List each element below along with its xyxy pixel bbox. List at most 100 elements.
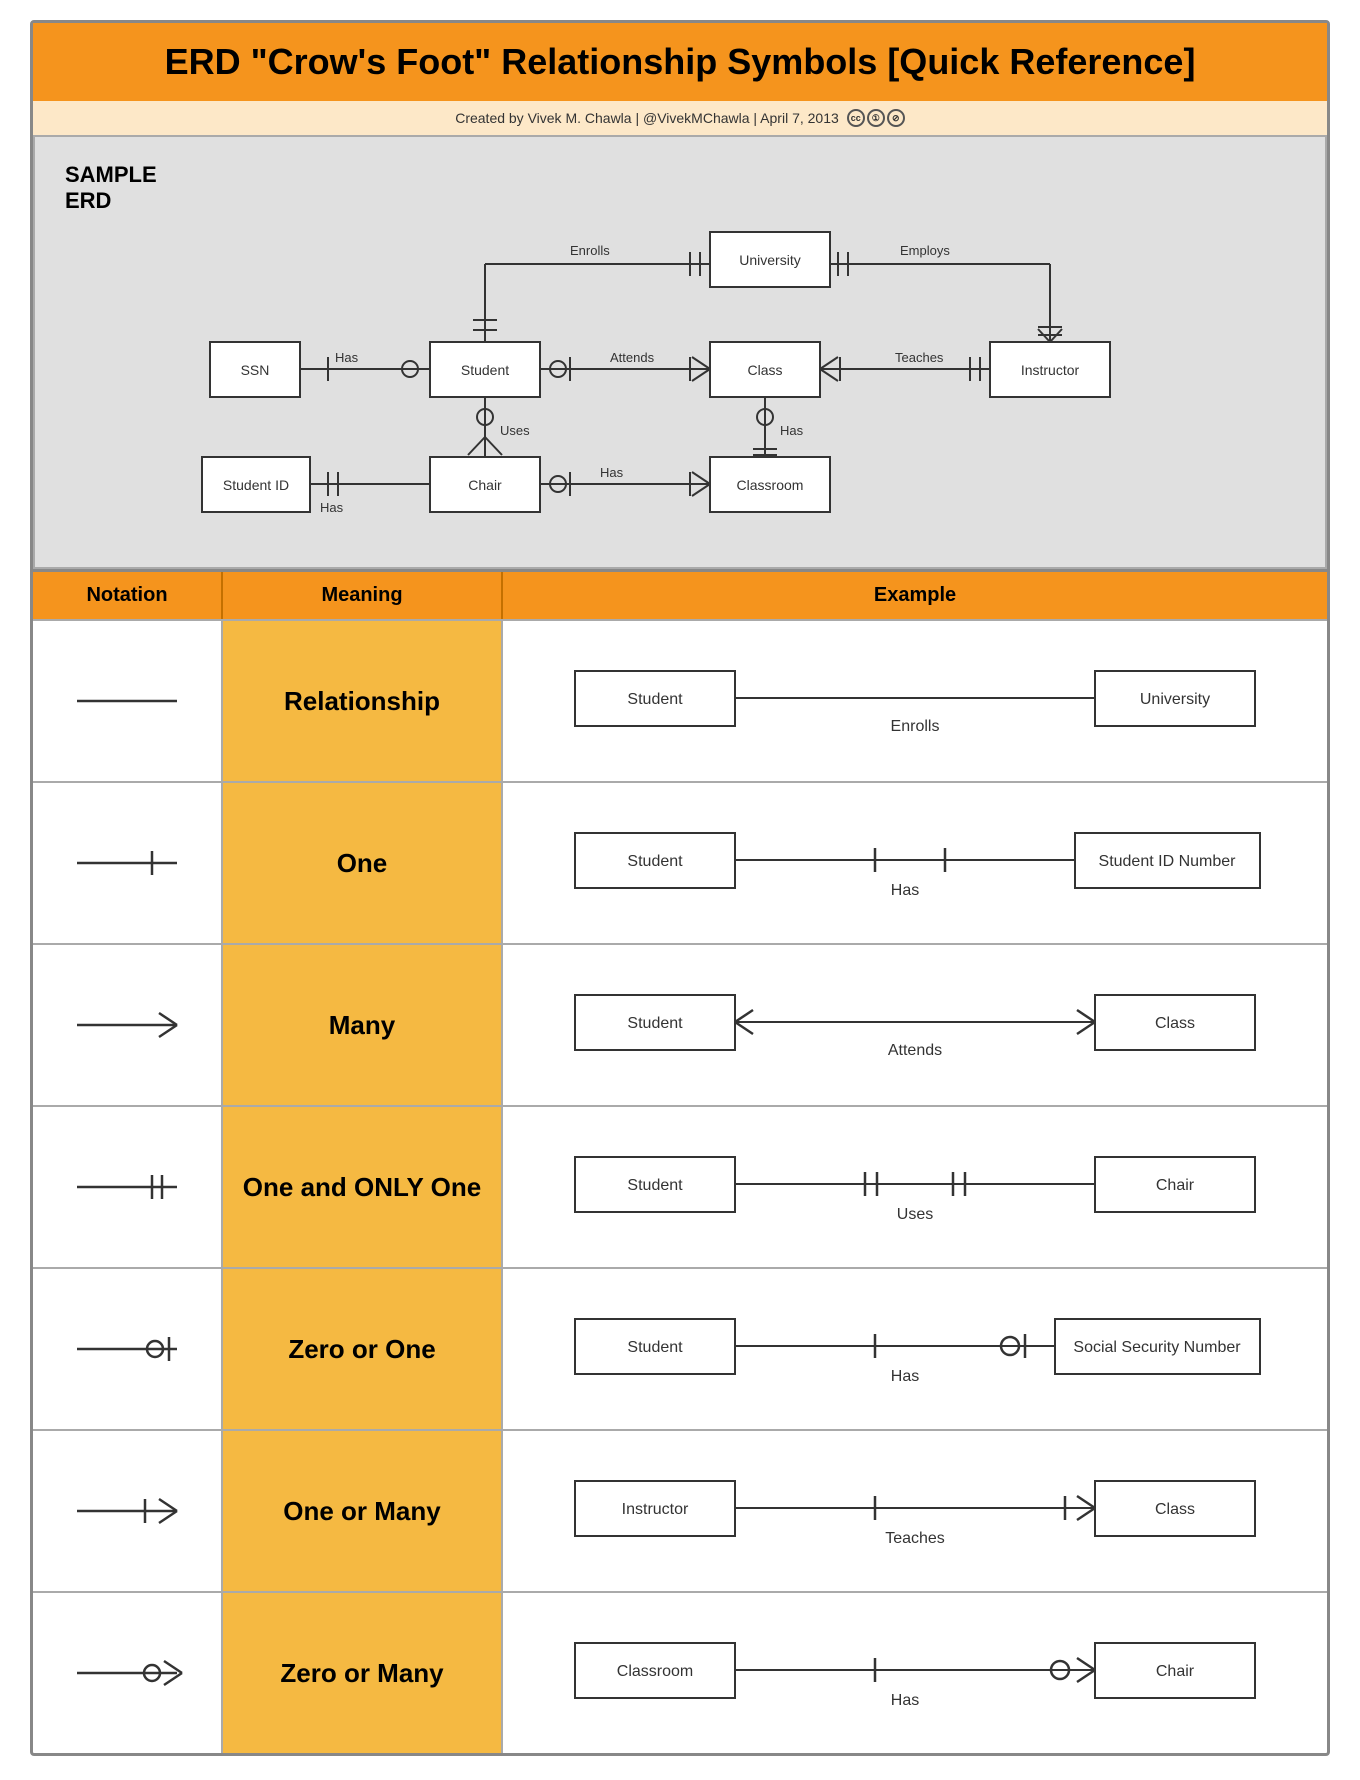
row-relationship: Relationship Student University Enrolls [33, 619, 1327, 781]
erd-svg: Student: one-only left, zero-or-one righ… [65, 157, 1295, 537]
notation-many-svg [67, 1000, 187, 1050]
notation-zero-or-one-svg [67, 1324, 187, 1374]
attribution-text: Created by Vivek M. Chawla | @VivekMChaw… [455, 110, 839, 126]
header-notation: Notation [33, 572, 223, 619]
row-one: One Student Student ID Number Has [33, 781, 1327, 943]
svg-text:Has: Has [320, 500, 344, 515]
notation-zero-or-many [33, 1593, 223, 1753]
svg-text:Chair: Chair [468, 477, 502, 493]
svg-text:Teaches: Teaches [895, 350, 944, 365]
main-container: ERD "Crow's Foot" Relationship Symbols [… [30, 20, 1330, 1756]
ex-svg-one-only: Student Chair Uses [533, 1127, 1297, 1247]
svg-text:Has: Has [600, 465, 624, 480]
nc-icon: ⊘ [887, 109, 905, 127]
svg-text:Has: Has [891, 1368, 919, 1385]
ex-diagram-many: Student Class Attends [533, 965, 1297, 1085]
notation-plain-svg [67, 676, 187, 726]
row-zero-or-one: Zero or One Student Social Security Numb… [33, 1267, 1327, 1429]
svg-text:Chair: Chair [1156, 1663, 1195, 1680]
notation-relationship [33, 621, 223, 781]
svg-text:Has: Has [335, 350, 359, 365]
header-meaning: Meaning [223, 572, 503, 619]
svg-text:Class: Class [1155, 1015, 1195, 1032]
notation-one-only-svg [67, 1162, 187, 1212]
svg-text:SSN: SSN [241, 362, 270, 378]
ex-svg-relationship: Student University Enrolls [533, 641, 1297, 761]
page-title: ERD "Crow's Foot" Relationship Symbols [… [53, 41, 1307, 83]
example-one: Student Student ID Number Has [503, 783, 1327, 943]
svg-text:Attends: Attends [610, 350, 655, 365]
header-example: Example [503, 572, 1327, 619]
svg-text:Employs: Employs [900, 243, 950, 258]
table-header: Notation Meaning Example [33, 572, 1327, 619]
attribution-bar: Created by Vivek M. Chawla | @VivekMChaw… [33, 101, 1327, 135]
row-many: Many Student Class A [33, 943, 1327, 1105]
example-relationship: Student University Enrolls [503, 621, 1327, 781]
svg-text:Instructor: Instructor [1021, 362, 1080, 378]
ex-diagram-one-only: Student Chair Uses [533, 1127, 1297, 1247]
example-zero-or-many: Classroom Chair Has [503, 1593, 1327, 1753]
svg-text:Student: Student [627, 691, 683, 708]
svg-text:Classroom: Classroom [617, 1663, 693, 1680]
row-zero-or-many: Zero or Many Classroom Chair [33, 1591, 1327, 1753]
ex-svg-one: Student Student ID Number Has [533, 803, 1297, 923]
notation-zero-or-one [33, 1269, 223, 1429]
row-one-only: One and ONLY One Student Chair [33, 1105, 1327, 1267]
notation-zero-or-many-svg [67, 1648, 187, 1698]
svg-text:Attends: Attends [888, 1042, 942, 1059]
notation-one [33, 783, 223, 943]
cc-icon: cc [847, 109, 865, 127]
svg-text:Student: Student [627, 1339, 683, 1356]
svg-text:Uses: Uses [897, 1206, 933, 1223]
svg-text:Teaches: Teaches [885, 1530, 945, 1547]
meaning-zero-or-one: Zero or One [223, 1269, 503, 1429]
ex-svg-zero-or-many: Classroom Chair Has [533, 1613, 1297, 1733]
svg-text:Instructor: Instructor [622, 1501, 689, 1518]
meaning-one-only: One and ONLY One [223, 1107, 503, 1267]
svg-text:Social Security Number: Social Security Number [1073, 1339, 1241, 1356]
example-zero-or-one: Student Social Security Number Has [503, 1269, 1327, 1429]
example-many: Student Class Attends [503, 945, 1327, 1105]
svg-text:University: University [1140, 691, 1210, 708]
erd-canvas: Student: one-only left, zero-or-one righ… [65, 157, 1295, 537]
svg-text:Has: Has [780, 423, 804, 438]
svg-text:Chair: Chair [1156, 1177, 1195, 1194]
notation-one-or-many-svg [67, 1486, 187, 1536]
meaning-zero-or-many: Zero or Many [223, 1593, 503, 1753]
svg-text:Classroom: Classroom [737, 477, 804, 493]
title-bar: ERD "Crow's Foot" Relationship Symbols [… [33, 23, 1327, 101]
svg-text:Student: Student [627, 1015, 683, 1032]
svg-text:Student ID Number: Student ID Number [1099, 853, 1237, 870]
svg-text:Class: Class [747, 362, 782, 378]
ex-svg-zero-or-one: Student Social Security Number Has [533, 1289, 1297, 1409]
ex-svg-one-or-many: Instructor Class Teaches [533, 1451, 1297, 1571]
meaning-one-or-many: One or Many [223, 1431, 503, 1591]
ex-diagram-one: Student Student ID Number Has [533, 803, 1297, 923]
reference-table: Notation Meaning Example Relationship St… [33, 569, 1327, 1753]
ex-diagram-relationship: Student University Enrolls [533, 641, 1297, 761]
ex-diagram-one-or-many: Instructor Class Teaches [533, 1451, 1297, 1571]
svg-text:Student: Student [627, 853, 683, 870]
svg-text:Enrolls: Enrolls [891, 718, 940, 735]
notation-many [33, 945, 223, 1105]
ex-svg-many: Student Class Attends [533, 965, 1297, 1085]
meaning-one: One [223, 783, 503, 943]
svg-text:University: University [739, 252, 800, 268]
row-one-or-many: One or Many Instructor Class [33, 1429, 1327, 1591]
svg-text:Uses: Uses [500, 423, 530, 438]
svg-text:Student ID: Student ID [223, 477, 289, 493]
example-one-or-many: Instructor Class Teaches [503, 1431, 1327, 1591]
erd-section: SAMPLEERD Student: one-only left, zero-o… [33, 135, 1327, 569]
notation-one-or-many [33, 1431, 223, 1591]
svg-text:Enrolls: Enrolls [570, 243, 610, 258]
meaning-relationship: Relationship [223, 621, 503, 781]
notation-one-only [33, 1107, 223, 1267]
svg-text:Has: Has [891, 1692, 919, 1709]
svg-text:Class: Class [1155, 1501, 1195, 1518]
ex-diagram-zero-or-one: Student Social Security Number Has [533, 1289, 1297, 1409]
cc-badge: cc ① ⊘ [847, 109, 905, 127]
svg-text:Has: Has [891, 882, 919, 899]
meaning-many: Many [223, 945, 503, 1105]
svg-text:Student: Student [461, 362, 509, 378]
svg-text:Student: Student [627, 1177, 683, 1194]
